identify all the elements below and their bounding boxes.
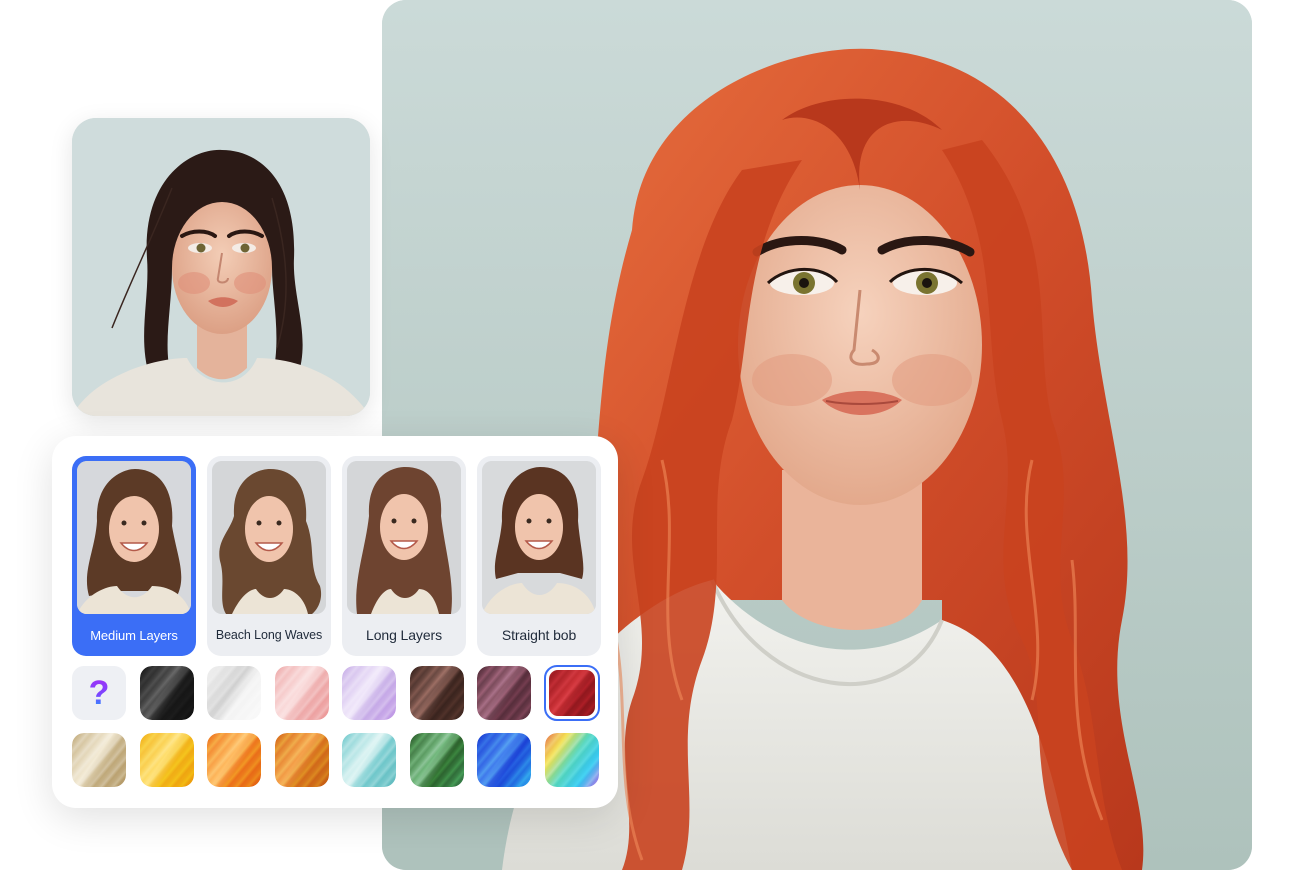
swatch-sheen xyxy=(139,666,194,720)
hair-color-random-button[interactable]: ? xyxy=(72,666,126,720)
swatch-sheen xyxy=(477,666,531,720)
swatch-sheen xyxy=(544,733,599,787)
swatch-sheen xyxy=(72,733,126,787)
hair-color-swatch-blue[interactable] xyxy=(477,733,531,787)
hairstyle-label: Long Layers xyxy=(366,627,442,643)
original-portrait-illustration xyxy=(72,118,370,416)
hair-color-swatch-black[interactable] xyxy=(139,666,194,720)
swatch-sheen xyxy=(342,666,396,720)
hairstyle-card-long-layers[interactable]: Long Layers xyxy=(342,456,466,656)
swatch-sheen xyxy=(548,670,595,716)
hair-color-swatch-dark-brown[interactable] xyxy=(409,666,464,720)
hairstyle-thumbnail xyxy=(77,461,191,614)
hair-color-swatch-silver-white[interactable] xyxy=(207,666,261,720)
swatch-sheen xyxy=(139,733,194,787)
swatch-sheen xyxy=(207,666,261,720)
hair-color-swatch-green[interactable] xyxy=(409,733,464,787)
hairstyle-label: Straight bob xyxy=(501,627,577,643)
question-mark-icon: ? xyxy=(88,674,110,712)
swatch-sheen xyxy=(274,666,329,720)
hairstyle-thumbnail xyxy=(212,461,326,614)
hair-color-swatch-golden[interactable] xyxy=(139,733,194,787)
swatch-sheen xyxy=(409,666,464,720)
swatch-sheen xyxy=(477,733,531,787)
hairstyle-card-medium-layers[interactable]: Medium Layers xyxy=(72,456,196,656)
hairstyle-thumbnail xyxy=(347,461,461,614)
hair-color-grid: ? xyxy=(72,665,600,787)
swatch-sheen xyxy=(342,733,396,787)
hair-color-swatch-lavender[interactable] xyxy=(342,666,396,720)
hairstyle-panel: Medium Layers Beach Long Waves Long Laye… xyxy=(52,436,618,808)
hair-color-swatch-mauve[interactable] xyxy=(477,666,531,720)
swatch-sheen xyxy=(274,733,329,787)
hair-color-swatch-blonde[interactable] xyxy=(72,733,126,787)
hair-color-swatch-pink[interactable] xyxy=(274,666,329,720)
hair-color-swatch-orange[interactable] xyxy=(207,733,261,787)
hairstyle-label: Beach Long Waves xyxy=(215,628,323,642)
swatch-sheen xyxy=(409,733,464,787)
hair-color-swatch-red[interactable] xyxy=(543,665,600,721)
hair-color-swatch-rainbow[interactable] xyxy=(544,733,599,787)
hairstyle-label: Medium Layers xyxy=(90,627,178,643)
hairstyle-card-straight-bob[interactable]: Straight bob xyxy=(477,456,601,656)
hairstyle-thumbnail xyxy=(482,461,596,614)
hair-color-swatch-copper[interactable] xyxy=(274,733,329,787)
hairstyle-card-beach-long-waves[interactable]: Beach Long Waves xyxy=(207,456,331,656)
swatch-sheen xyxy=(207,733,261,787)
hair-color-swatch-aqua[interactable] xyxy=(342,733,396,787)
hairstyle-list: Medium Layers Beach Long Waves Long Laye… xyxy=(72,456,601,656)
original-photo xyxy=(72,118,370,416)
